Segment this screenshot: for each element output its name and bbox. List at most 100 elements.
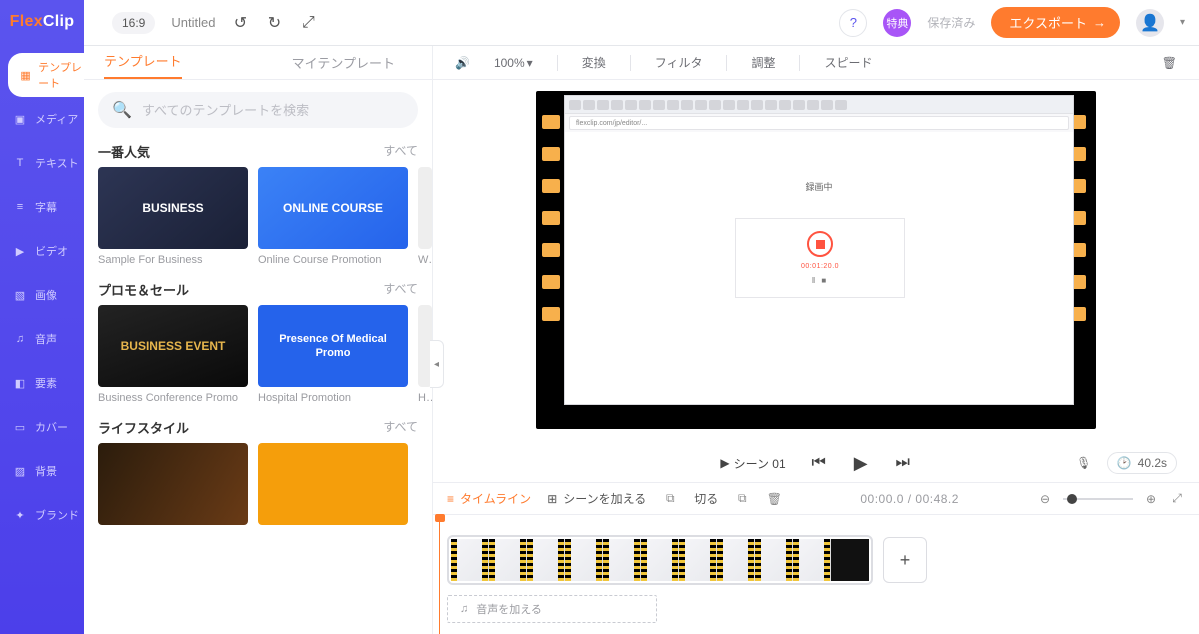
sidebar-item-cover[interactable]: ▭カバー <box>0 405 84 449</box>
play-button[interactable]: ▶ <box>852 454 870 472</box>
clip[interactable] <box>603 539 641 581</box>
template-card[interactable]: Presence Of Medical PromoHospital Promot… <box>258 305 408 404</box>
recording-panel: 00:01:20.0 ‖ ■ <box>735 218 905 298</box>
text-icon: T <box>12 155 28 171</box>
template-card[interactable] <box>258 443 408 525</box>
zoom-out-button[interactable]: ⊖ <box>1037 491 1053 507</box>
promo-button[interactable]: 特典 <box>883 9 911 37</box>
plus-box-icon: ⊞ <box>547 492 557 506</box>
category-all-link[interactable]: すべて <box>383 418 418 437</box>
delete-clip-button[interactable]: 🗑 <box>766 491 782 507</box>
clip[interactable] <box>679 539 717 581</box>
stage-toolbar: 🔊 100%▾ 変換 フィルタ 調整 スピード 🗑 <box>433 46 1199 80</box>
recording-title: 録画中 <box>565 180 1073 193</box>
duration-pill[interactable]: 🕑40.2s <box>1107 452 1177 474</box>
sidebar-item-background[interactable]: ▨背景 <box>0 449 84 493</box>
add-scene-tile[interactable]: + <box>883 537 927 583</box>
search-input[interactable] <box>142 103 404 118</box>
clip[interactable] <box>641 539 679 581</box>
template-search[interactable]: 🔍 <box>98 92 418 128</box>
volume-button[interactable]: 🔊 <box>455 56 470 70</box>
copy-button[interactable]: ⧉ <box>662 491 678 507</box>
aspect-ratio-button[interactable]: 16:9 <box>112 12 155 34</box>
timeline-tab[interactable]: ≡タイムライン <box>447 490 531 507</box>
timeline[interactable]: + ♫音声を加える <box>433 514 1199 634</box>
user-avatar[interactable]: 👤 <box>1136 9 1164 37</box>
sidebar-item-element[interactable]: ◧要素 <box>0 361 84 405</box>
clip-group[interactable] <box>447 535 873 585</box>
mic-button[interactable]: 🎙 <box>1075 454 1093 472</box>
brand-icon: ✦ <box>12 507 28 523</box>
sidebar-item-media[interactable]: ▣メディア <box>0 97 84 141</box>
delete-button[interactable]: 🗑 <box>1162 56 1177 70</box>
timeline-icon: ≡ <box>447 492 454 506</box>
sidebar-item-subtitle[interactable]: ≡字幕 <box>0 185 84 229</box>
search-icon: 🔍 <box>112 100 132 120</box>
playhead[interactable] <box>439 515 440 634</box>
template-card[interactable]: ONLINE COURSEOnline Course Promotion <box>258 167 408 266</box>
redo-button[interactable]: ↻ <box>265 14 283 32</box>
recording-controls: ‖ ■ <box>812 276 828 285</box>
category-all-link[interactable]: すべて <box>383 280 418 299</box>
subtitle-icon: ≡ <box>12 199 28 215</box>
template-card[interactable]: BUSINESS EVENTBusiness Conference Promo <box>98 305 248 404</box>
clip[interactable] <box>527 539 565 581</box>
clip[interactable] <box>451 539 489 581</box>
timeline-time: 00:00.0 / 00:48.2 <box>798 492 1021 506</box>
clip[interactable] <box>717 539 755 581</box>
zoom-slider[interactable] <box>1063 498 1133 500</box>
sidebar-item-audio[interactable]: ♫音声 <box>0 317 84 361</box>
sidebar-item-image[interactable]: ▧画像 <box>0 273 84 317</box>
preview-canvas[interactable]: flexclip.com/jp/editor/... 録画中 00:01:20.… <box>536 91 1096 429</box>
template-card[interactable] <box>98 443 248 525</box>
filter-button[interactable]: フィルタ <box>655 54 703 71</box>
clock-icon: 🕑 <box>1117 456 1132 470</box>
convert-button[interactable]: 変換 <box>582 54 606 71</box>
sidebar-item-video[interactable]: ▶ビデオ <box>0 229 84 273</box>
prev-button[interactable]: ⏮ <box>810 454 828 472</box>
export-button[interactable]: エクスポート→ <box>991 7 1120 38</box>
fit-button[interactable]: ⤢ <box>1169 491 1185 507</box>
music-icon: ♫ <box>460 603 468 615</box>
help-button[interactable]: ? <box>839 9 867 37</box>
logo: FlexClip <box>10 13 75 31</box>
adjust-button[interactable]: 調整 <box>751 54 775 71</box>
save-status: 保存済み <box>927 14 975 31</box>
category-all-link[interactable]: すべて <box>383 142 418 161</box>
scene-selector[interactable]: ▶ シーン 01 <box>720 455 785 472</box>
add-audio-slot[interactable]: ♫音声を加える <box>447 595 657 623</box>
duplicate-button[interactable]: ⧉ <box>734 491 750 507</box>
video-icon: ▶ <box>12 243 28 259</box>
cover-icon: ▭ <box>12 419 28 435</box>
recording-time: 00:01:20.0 <box>801 263 839 270</box>
background-icon: ▨ <box>12 463 28 479</box>
tab-templates[interactable]: テンプレート <box>104 51 182 79</box>
preview-area: flexclip.com/jp/editor/... 録画中 00:01:20.… <box>433 80 1199 444</box>
template-card[interactable]: BUSINESSSample For Business <box>98 167 248 266</box>
clip[interactable] <box>489 539 527 581</box>
category-title: ライフスタイル <box>98 418 189 437</box>
speed-button[interactable]: スピード <box>824 54 872 71</box>
clip[interactable] <box>565 539 603 581</box>
add-scene-button[interactable]: ⊞シーンを加える <box>547 490 646 507</box>
template-card[interactable]: We <box>418 167 432 266</box>
zoom-in-button[interactable]: ⊕ <box>1143 491 1159 507</box>
sidebar-nav: FlexClip ▦テンプレート ▣メディア Tテキスト ≡字幕 ▶ビデオ ▧画… <box>0 0 84 634</box>
category-title: 一番人気 <box>98 142 150 161</box>
split-button[interactable]: 切る <box>694 490 718 507</box>
zoom-select[interactable]: 100%▾ <box>494 56 533 70</box>
clip[interactable] <box>755 539 793 581</box>
chevron-down-icon[interactable]: ▾ <box>1180 17 1185 28</box>
fullscreen-button[interactable]: ⤢ <box>299 14 317 32</box>
template-thumb <box>258 443 408 525</box>
undo-button[interactable]: ↺ <box>231 14 249 32</box>
clip[interactable] <box>831 539 869 581</box>
tab-my-templates[interactable]: マイテンプレート <box>292 53 395 79</box>
project-title[interactable]: Untitled <box>171 15 215 30</box>
clip[interactable] <box>793 539 831 581</box>
sidebar-item-template[interactable]: ▦テンプレート <box>8 53 84 97</box>
sidebar-item-text[interactable]: Tテキスト <box>0 141 84 185</box>
arrow-right-icon: → <box>1093 15 1106 30</box>
sidebar-item-brand[interactable]: ✦ブランド <box>0 493 84 537</box>
next-button[interactable]: ⏭ <box>894 454 912 472</box>
